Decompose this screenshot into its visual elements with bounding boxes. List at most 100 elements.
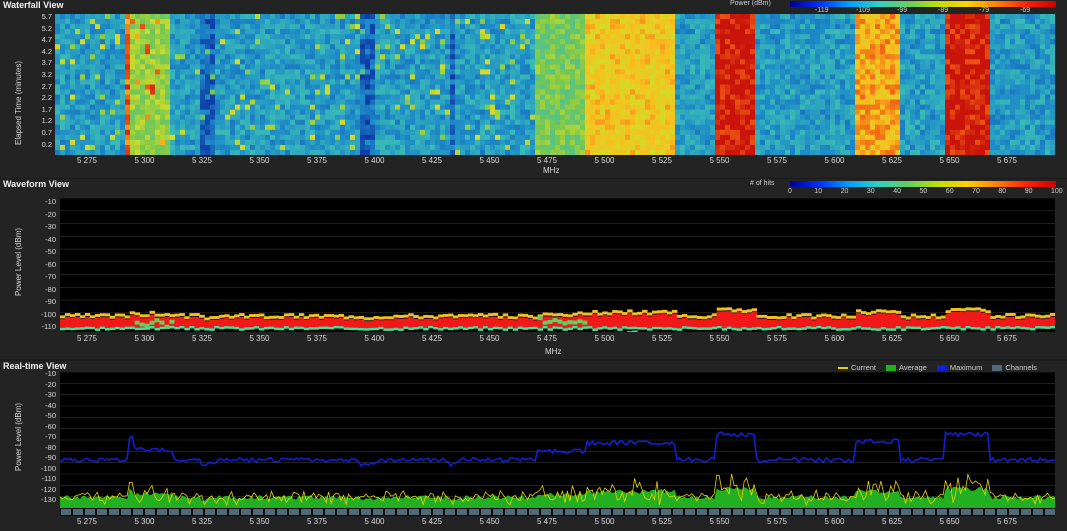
heat-cell (915, 54, 921, 60)
heat-cell (225, 129, 231, 136)
heat-cell (455, 29, 461, 35)
heat-cell (260, 134, 266, 141)
heat-cell (975, 114, 981, 121)
heat-cell (910, 19, 916, 25)
heat-cell (175, 94, 181, 101)
heat-cell (1040, 79, 1046, 86)
heat-cell (155, 69, 161, 76)
heat-cell (365, 84, 371, 91)
heat-cell (450, 64, 456, 70)
heat-cell (285, 99, 291, 106)
heat-cell (285, 49, 291, 55)
heat-cell (310, 69, 316, 76)
heat-cell (480, 39, 486, 45)
heat-cell (100, 54, 106, 60)
heat-cell (490, 94, 496, 101)
waterfall-plot[interactable] (55, 14, 1055, 155)
heat-cell (255, 99, 261, 106)
heat-cell (435, 124, 441, 131)
heat-cell (555, 94, 561, 101)
heat-cell (860, 49, 866, 55)
heat-cell (680, 119, 686, 126)
heat-cell (835, 84, 841, 91)
heat-cell (665, 134, 671, 141)
heat-cell (660, 54, 666, 60)
heat-cell (245, 84, 251, 91)
heat-cell (245, 119, 251, 126)
heat-cell (780, 79, 786, 86)
heat-cell (1045, 34, 1051, 40)
heat-cell (560, 54, 566, 60)
heat-cell (940, 104, 946, 111)
heat-cell (750, 129, 756, 136)
heat-cell (185, 59, 191, 65)
heat-cell (875, 39, 881, 45)
heat-cell (960, 99, 966, 106)
heat-cell (540, 119, 546, 126)
heat-cell (200, 14, 206, 20)
heat-cell (775, 49, 781, 55)
heat-cell (900, 14, 906, 20)
heat-cell (855, 34, 861, 40)
heat-cell (655, 69, 661, 76)
heat-cell (950, 124, 956, 131)
heat-cell (1035, 104, 1041, 111)
heat-cell (200, 104, 206, 111)
heat-cell (725, 54, 731, 60)
heat-cell (250, 134, 256, 141)
heat-cell (1000, 74, 1006, 81)
heat-cell (765, 44, 771, 50)
heat-cell (525, 24, 531, 30)
heat-cell (560, 109, 566, 116)
heat-cell (840, 14, 846, 20)
heat-cell (830, 109, 836, 116)
heat-cell (915, 99, 921, 106)
heat-cell (60, 29, 66, 35)
heat-cell (760, 119, 766, 126)
heat-cell (150, 19, 156, 25)
heat-cell (440, 134, 446, 141)
heat-cell (240, 134, 246, 141)
heat-cell (725, 89, 731, 96)
heat-cell (565, 79, 571, 86)
heat-cell (565, 89, 571, 96)
heat-cell (615, 24, 621, 30)
heat-cell (775, 54, 781, 60)
heat-cell (505, 34, 511, 40)
heat-cell (950, 24, 956, 30)
heat-cell (875, 54, 881, 60)
heat-cell (905, 24, 911, 30)
heat-cell (970, 14, 976, 20)
heat-cell (235, 19, 241, 25)
heat-cell (265, 49, 271, 55)
heat-cell (320, 124, 326, 131)
heat-cell (185, 49, 191, 55)
heat-cell (245, 19, 251, 25)
heat-cell (555, 79, 561, 86)
heat-cell (955, 39, 961, 45)
heat-cell (710, 89, 716, 96)
heat-cell (115, 29, 121, 35)
heat-cell (75, 49, 81, 55)
heat-cell (325, 89, 331, 96)
heat-cell (880, 104, 886, 111)
heat-cell (545, 84, 551, 91)
heat-cell (240, 79, 246, 86)
heat-cell (840, 109, 846, 116)
heat-cell (500, 19, 506, 25)
heat-cell (880, 79, 886, 86)
heat-cell (390, 19, 396, 25)
heat-cell (605, 89, 611, 96)
heat-cell (155, 134, 161, 141)
heat-cell (465, 39, 471, 45)
heat-cell (935, 69, 941, 76)
heat-cell (535, 109, 541, 116)
heat-cell (350, 114, 356, 121)
heat-cell (980, 64, 986, 70)
heat-cell (310, 24, 316, 30)
heat-cell (75, 109, 81, 116)
heat-cell (640, 74, 646, 81)
heat-cell (945, 124, 951, 131)
heat-cell (640, 84, 646, 91)
heat-cell (305, 94, 311, 101)
